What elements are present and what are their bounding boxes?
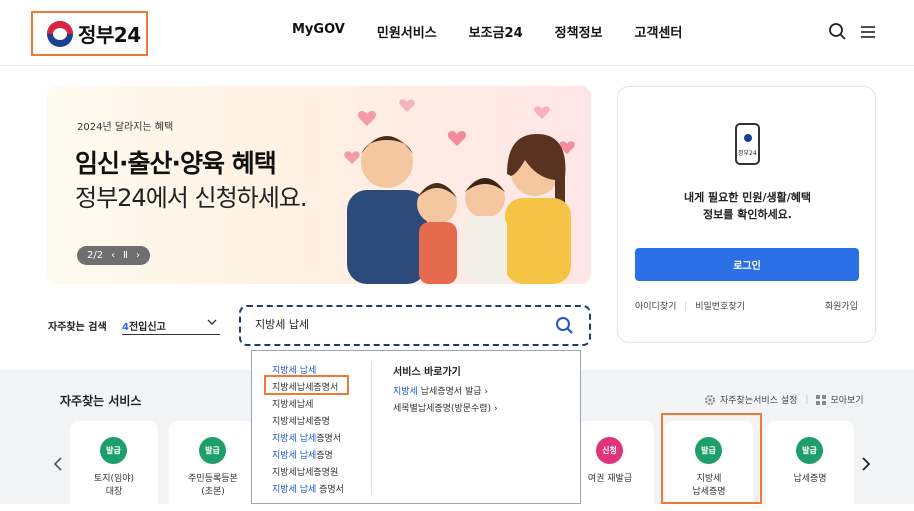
services-settings-link[interactable]: 자주찾는서비스 설정 — [720, 393, 797, 406]
suggestion-item[interactable]: 지방세 납세증명 — [272, 448, 344, 465]
suggestion-item[interactable]: 지방세납세 — [272, 397, 344, 414]
search-input[interactable] — [255, 317, 545, 330]
banner-eyebrow: 2024년 달라지는 혜택 — [77, 122, 174, 133]
mobile-phone-icon: 정부24 — [735, 123, 760, 165]
banner-headline: 임신·출산·양육 혜택 — [75, 149, 277, 178]
frequent-search-rank: 4 — [122, 322, 129, 333]
logo-text: 정부24 — [78, 23, 141, 47]
login-message-line2: 정보를 확인하세요. — [703, 208, 792, 221]
banner-prev-button[interactable]: ‹ — [111, 250, 115, 261]
view-all-link[interactable]: 모아보기 — [830, 393, 863, 406]
apply-badge: 신청 — [596, 437, 623, 464]
suggestion-item[interactable]: 지방세납세증명 — [272, 414, 344, 431]
main-nav: MyGOV 민원서비스 보조금24 정책정보 고객센터 — [292, 22, 714, 41]
chevron-right-icon[interactable] — [858, 456, 874, 472]
shortcut-link[interactable]: 세목별납세증명(방문수령) › — [393, 401, 498, 418]
services-toolbar: 자주찾는서비스 설정 | 모아보기 — [704, 393, 864, 406]
annotation-highlight-tile — [661, 413, 762, 504]
service-tile-label: 주민등록등본 (초본) — [188, 474, 238, 497]
search-box — [239, 305, 591, 346]
service-shortcuts-title: 서비스 바로가기 — [393, 367, 461, 378]
suggestion-item[interactable]: 지방세 납세 증명서 — [272, 482, 344, 499]
nav-customer-center[interactable]: 고객센터 — [635, 22, 683, 41]
banner-subline: 정부24에서 신청하세요. — [75, 184, 308, 212]
banner-pause-button[interactable]: Ⅱ — [123, 250, 128, 261]
login-card: 정부24 내게 필요한 민원/생활/혜택 정보를 확인하세요. 로그인 아이디찾… — [617, 86, 876, 343]
issue-badge: 발급 — [100, 437, 127, 464]
shortcut-link[interactable]: 지방세 납세증명서 발급 › — [393, 384, 498, 401]
menu-icon[interactable] — [858, 22, 878, 42]
nav-policy-info[interactable]: 정책정보 — [555, 22, 603, 41]
frequent-search-label: 자주찾는 검색 — [48, 322, 107, 333]
login-message: 내게 필요한 민원/생활/혜택 정보를 확인하세요. — [618, 189, 877, 223]
family-illustration — [344, 99, 575, 284]
search-autocomplete: 지방세 납세 지방세납세증명서 지방세납세 지방세납세증명 지방세 납세증명서 … — [251, 350, 581, 504]
service-tile-label: 납세증명 — [793, 474, 827, 484]
suggestion-item[interactable]: 지방세납세증명원 — [272, 465, 344, 482]
phone-label: 정부24 — [738, 150, 757, 157]
issue-badge: 발급 — [796, 437, 823, 464]
service-tile-resident-register[interactable]: 발급 주민등록등본 (초본) — [169, 421, 257, 511]
account-links: 아이디찾기 | 비밀번호찾기 — [635, 302, 745, 312]
site-header: 정부24 MyGOV 민원서비스 보조금24 정책정보 고객센터 — [0, 0, 914, 66]
service-tile-label: 토지(임야) 대장 — [93, 474, 135, 497]
banner-next-button[interactable]: › — [136, 250, 140, 261]
join-link[interactable]: 회원가입 — [825, 299, 858, 312]
nav-subsidy24[interactable]: 보조금24 — [469, 22, 523, 41]
issue-badge: 발급 — [199, 437, 226, 464]
pager-count: 2/2 — [86, 250, 104, 261]
suggestion-item[interactable]: 지방세 납세증명서 — [272, 431, 344, 448]
chevron-left-icon[interactable] — [50, 456, 66, 472]
gear-icon — [705, 394, 715, 405]
frequent-search-select[interactable]: 4전입신고 — [122, 312, 220, 335]
annotation-highlight-suggestion — [264, 375, 349, 395]
search-icon[interactable] — [828, 22, 848, 42]
banner-pager: 2/2 ‹ Ⅱ › — [77, 246, 150, 265]
service-shortcuts: 서비스 바로가기 지방세 납세증명서 발급 › 세목별납세증명(방문수령) › — [393, 363, 498, 418]
nav-mygov[interactable]: MyGOV — [292, 22, 345, 41]
nav-civil-services[interactable]: 민원서비스 — [377, 22, 437, 41]
site-logo[interactable]: 정부24 — [31, 11, 148, 56]
chevron-down-icon — [207, 319, 217, 325]
find-password-link[interactable]: 비밀번호찾기 — [695, 302, 745, 312]
hero-banner[interactable]: 2024년 달라지는 혜택 임신·출산·양육 혜택 정부24에서 신청하세요. … — [47, 86, 591, 284]
service-tile-land-register[interactable]: 발급 토지(임야) 대장 — [70, 421, 158, 511]
login-button[interactable]: 로그인 — [635, 248, 859, 281]
find-id-link[interactable]: 아이디찾기 — [635, 302, 676, 312]
grid-icon — [816, 394, 827, 405]
service-tile-tax-certificate[interactable]: 발급 납세증명 — [766, 421, 854, 511]
frequent-search-term: 전입신고 — [128, 322, 166, 333]
login-message-line1: 내게 필요한 민원/생활/혜택 — [683, 191, 811, 204]
frequent-services-title: 자주찾는 서비스 — [60, 394, 142, 408]
search-submit-icon[interactable] — [555, 316, 575, 336]
divider — [371, 361, 372, 495]
taegeuk-logo-icon — [47, 20, 73, 47]
